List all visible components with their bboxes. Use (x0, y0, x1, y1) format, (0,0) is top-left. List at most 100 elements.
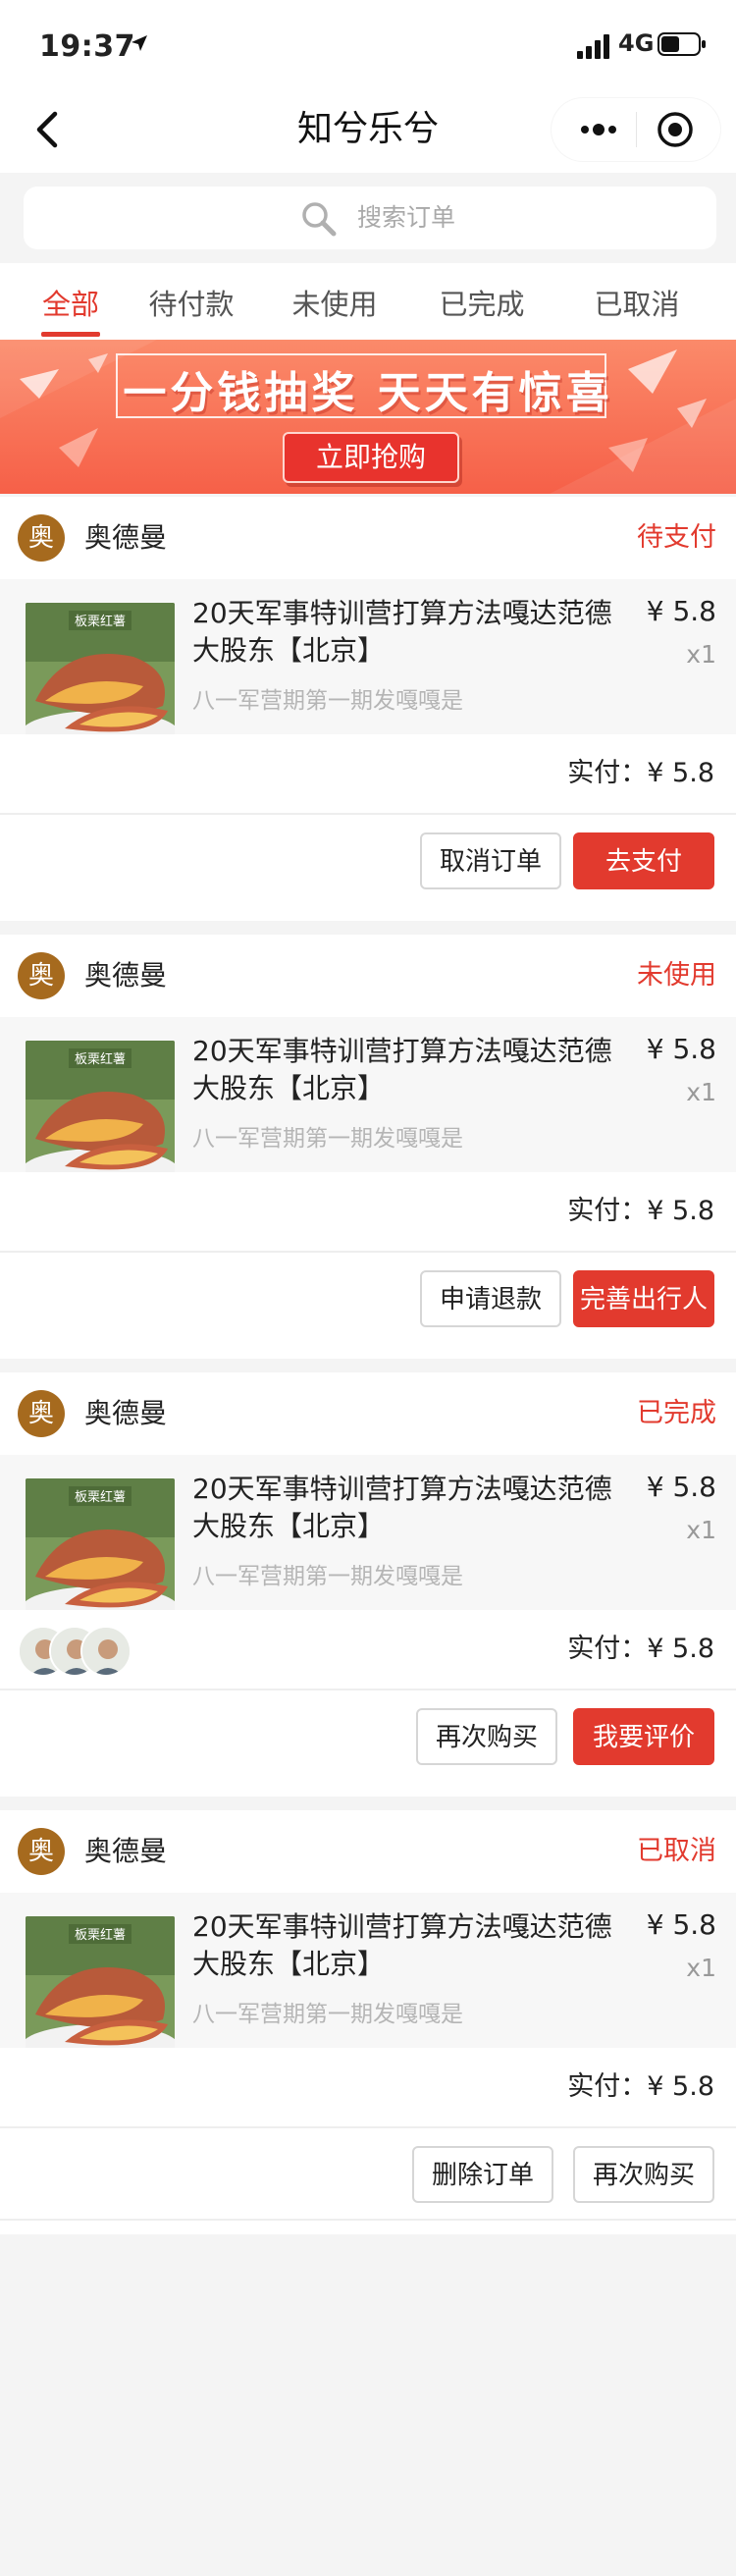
paid-label: 实付： (567, 2071, 648, 2102)
product-quantity: x1 (686, 1516, 716, 1544)
product-image: 板栗红薯 (26, 603, 175, 752)
product-subtitle: 八一军营期第一期发嘎嘎是 (192, 688, 463, 714)
order-actions: 取消订单 去支付 (0, 815, 736, 905)
image-caption: 板栗红薯 (75, 1051, 126, 1067)
product-quantity: x1 (686, 1078, 716, 1106)
search-placeholder: 搜索订单 (357, 203, 456, 232)
tab-all[interactable]: 全部 (22, 263, 120, 340)
order-item[interactable]: 板栗红薯 20天军事特训营打算方法嘎达范德大股东【北京】 八一军营期第一期发嘎嘎… (0, 1017, 736, 1190)
order-card: 奥 奥德曼 已取消 板栗红薯 20天军事特训营打算方法嘎达范德大股东【北京】 八… (0, 1810, 736, 2234)
order-status: 未使用 (637, 960, 716, 991)
paid-row: 实付：¥ 5.8 (0, 1610, 736, 1689)
order-status: 已完成 (637, 1398, 716, 1428)
order-card: 奥 奥德曼 待支付 板栗红薯 20天军事特训营打算方法嘎达范德大股东【北京】 八… (0, 497, 736, 921)
shop-name: 奥德曼 (84, 521, 168, 554)
banner-headline: 一分钱抽奖 天天有惊喜 (123, 368, 613, 418)
order-header[interactable]: 奥 奥德曼 未使用 (0, 935, 736, 1017)
search-input[interactable]: 搜索订单 (24, 187, 716, 249)
participant-avatars[interactable] (18, 1626, 135, 1677)
paid-label: 实付： (567, 1196, 648, 1226)
complete-travelers-button[interactable]: 完善出行人 (573, 1270, 714, 1327)
product-title: 20天军事特训营打算方法嘎达范德大股东【北京】 (192, 1910, 612, 1980)
order-actions: 删除订单 再次购买 (0, 2128, 736, 2219)
paid-amount-wrap: 实付：¥ 5.8 (567, 2048, 714, 2126)
search-icon (302, 202, 337, 237)
buy-again-button[interactable]: 再次购买 (416, 1708, 557, 1765)
paid-amount-wrap: 实付：¥ 5.8 (567, 1172, 714, 1251)
order-item[interactable]: 板栗红薯 20天军事特训营打算方法嘎达范德大股东【北京】 八一军营期第一期发嘎嘎… (0, 1893, 736, 2066)
banner-buy-button[interactable]: 立即抢购 (283, 432, 459, 483)
product-subtitle: 八一军营期第一期发嘎嘎是 (192, 1564, 463, 1589)
capsule-divider (636, 112, 637, 147)
nav-bar: 知兮乐兮 (0, 86, 736, 173)
order-header[interactable]: 奥 奥德曼 待支付 (0, 497, 736, 579)
order-item[interactable]: 板栗红薯 20天军事特训营打算方法嘎达范德大股东【北京】 八一军营期第一期发嘎嘎… (0, 579, 736, 752)
paid-row: 实付：¥ 5.8 (0, 2048, 736, 2126)
close-capsule-icon[interactable] (656, 110, 695, 149)
product-image: 板栗红薯 (26, 1478, 175, 1628)
shop-avatar: 奥 (18, 1390, 65, 1437)
paid-amount: ¥ 5.8 (647, 1634, 714, 1664)
order-actions: 申请退款 完善出行人 (0, 1253, 736, 1343)
order-item[interactable]: 板栗红薯 20天军事特训营打算方法嘎达范德大股东【北京】 八一军营期第一期发嘎嘎… (0, 1455, 736, 1628)
order-status: 已取消 (637, 1836, 716, 1866)
search-bar: 搜索订单 (0, 173, 736, 263)
product-image: 板栗红薯 (26, 1916, 175, 2066)
product-price: ¥ 5.8 (646, 595, 716, 627)
product-quantity: x1 (686, 1954, 716, 1982)
paid-amount: ¥ 5.8 (647, 1196, 714, 1226)
mini-program-capsule (552, 98, 720, 161)
network-type: 4G (618, 29, 655, 57)
location-arrow-icon (131, 35, 147, 51)
shop-name: 奥德曼 (84, 1835, 168, 1867)
order-card: 奥 奥德曼 已完成 板栗红薯 20天军事特训营打算方法嘎达范德大股东【北京】 八… (0, 1372, 736, 1797)
write-review-button[interactable]: 我要评价 (573, 1708, 714, 1765)
cancel-order-button[interactable]: 取消订单 (420, 832, 561, 889)
order-header[interactable]: 奥 奥德曼 已取消 (0, 1810, 736, 1893)
paid-row: 实付：¥ 5.8 (0, 1172, 736, 1251)
shop-name: 奥德曼 (84, 959, 168, 992)
status-time: 19:37 (39, 29, 135, 64)
product-subtitle: 八一军营期第一期发嘎嘎是 (192, 2002, 463, 2027)
signal-icon (577, 34, 609, 59)
tab-completed[interactable]: 已完成 (428, 263, 536, 340)
product-title: 20天军事特训营打算方法嘎达范德大股东【北京】 (192, 597, 612, 667)
product-price: ¥ 5.8 (646, 1033, 716, 1065)
tab-unused[interactable]: 未使用 (281, 263, 389, 340)
paid-label: 实付： (567, 1634, 648, 1664)
paid-amount: ¥ 5.8 (647, 2071, 714, 2102)
participant-avatar (80, 1626, 131, 1677)
product-price: ¥ 5.8 (646, 1908, 716, 1941)
shop-avatar: 奥 (18, 952, 65, 999)
product-quantity: x1 (686, 640, 716, 669)
shop-avatar: 奥 (18, 514, 65, 562)
product-subtitle: 八一军营期第一期发嘎嘎是 (192, 1126, 463, 1152)
delete-order-button[interactable]: 删除订单 (412, 2146, 553, 2203)
tab-cancelled[interactable]: 已取消 (583, 263, 691, 340)
image-caption: 板栗红薯 (75, 614, 126, 629)
image-caption: 板栗红薯 (75, 1489, 126, 1505)
product-price: ¥ 5.8 (646, 1471, 716, 1503)
paid-label: 实付： (567, 758, 648, 788)
product-title: 20天军事特训营打算方法嘎达范德大股东【北京】 (192, 1473, 612, 1542)
paid-row: 实付：¥ 5.8 (0, 734, 736, 813)
promo-banner[interactable]: 一分钱抽奖 天天有惊喜 立即抢购 (0, 340, 736, 494)
order-header[interactable]: 奥 奥德曼 已完成 (0, 1372, 736, 1455)
pay-button[interactable]: 去支付 (573, 832, 714, 889)
order-card: 奥 奥德曼 未使用 板栗红薯 20天军事特训营打算方法嘎达范德大股东【北京】 八… (0, 935, 736, 1359)
shop-avatar: 奥 (18, 1828, 65, 1875)
active-tab-indicator (41, 332, 100, 337)
product-title: 20天军事特训营打算方法嘎达范德大股东【北京】 (192, 1035, 612, 1104)
order-tabs: 全部 待付款 未使用 已完成 已取消 (0, 263, 736, 340)
product-image: 板栗红薯 (26, 1041, 175, 1190)
buy-again-button[interactable]: 再次购买 (573, 2146, 714, 2203)
battery-icon (657, 32, 706, 56)
order-status: 待支付 (637, 522, 716, 553)
order-actions: 再次购买 我要评价 (0, 1690, 736, 1781)
paid-amount-wrap: 实付：¥ 5.8 (567, 734, 714, 813)
divider (0, 2219, 736, 2221)
tab-pending-payment[interactable]: 待付款 (137, 263, 245, 340)
more-icon[interactable] (575, 114, 622, 145)
paid-amount: ¥ 5.8 (647, 758, 714, 788)
request-refund-button[interactable]: 申请退款 (420, 1270, 561, 1327)
